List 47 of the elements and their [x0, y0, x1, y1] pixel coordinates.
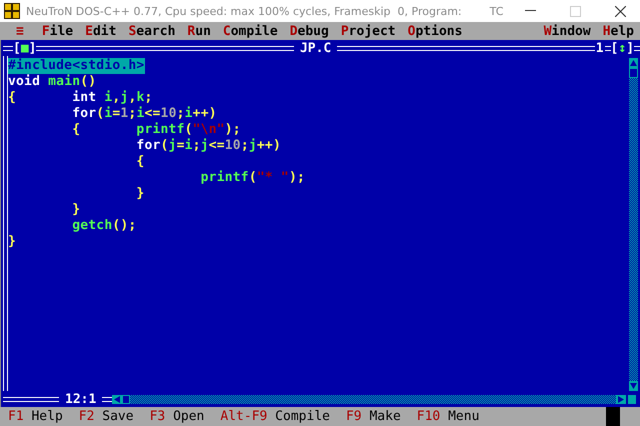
vertical-scrollbar[interactable]	[629, 58, 638, 391]
status-block	[606, 407, 620, 426]
shortcut-hint[interactable]: F10 Menu	[416, 409, 480, 424]
code-line: }	[71, 202, 82, 218]
code-line: printf("* ");	[200, 170, 306, 186]
code-line: }	[135, 186, 146, 202]
shortcut-hint[interactable]: F1 Help	[8, 409, 63, 424]
resize-corner-icon[interactable]	[628, 394, 636, 404]
shortcut-hint[interactable]: F3 Open	[150, 409, 204, 424]
menu-item[interactable]: Compile	[220, 24, 280, 38]
code-line: getch();	[71, 218, 138, 234]
menu-item[interactable]: Help	[600, 24, 636, 38]
menu-item[interactable]: Project	[338, 24, 398, 38]
code-line: for(i=1;i<=10;i++)	[71, 106, 218, 122]
program-name: TC	[490, 4, 504, 18]
shortcut-hint[interactable]: Alt-F9 Compile	[220, 409, 330, 424]
left-arrow-icon[interactable]	[112, 394, 122, 404]
scroll-thumb[interactable]	[630, 69, 637, 77]
window-title: NeuTroN DOS-C++ 0.77, Cpu speed: max 100% cycles, Frameskip 0, Program:	[26, 4, 462, 18]
menu-item[interactable]: Debug	[288, 24, 331, 38]
menu-item[interactable]: Search	[126, 24, 178, 38]
close-box[interactable]: [■]	[13, 40, 36, 56]
right-arrow-icon[interactable]	[616, 394, 626, 404]
menu-item[interactable]: Edit	[83, 24, 118, 38]
shortcut-hint[interactable]: F9 Make	[346, 409, 401, 424]
minimize-icon[interactable]	[525, 10, 536, 12]
code-line: void main()	[8, 74, 98, 90]
menu-item[interactable]: Run	[185, 24, 213, 38]
code-line: for(j=i;j<=10;j++)	[135, 138, 282, 154]
close-icon[interactable]	[615, 6, 626, 16]
code-line: { int i,j,k;	[8, 90, 154, 106]
cursor-position: 12:1	[64, 392, 98, 406]
down-arrow-icon[interactable]	[629, 381, 638, 391]
code-line: }	[8, 234, 18, 250]
window-number: 1	[594, 40, 605, 56]
shortcut-hint[interactable]: F2 Save	[78, 409, 134, 424]
code-line: {	[135, 154, 146, 170]
code-line: { printf("\n");	[71, 122, 242, 138]
horizontal-scrollbar[interactable]	[112, 394, 626, 404]
menu-item[interactable]: Options	[406, 24, 464, 38]
scroll-thumb[interactable]	[123, 396, 130, 402]
app-icon	[4, 3, 20, 19]
up-arrow-icon[interactable]	[629, 58, 638, 68]
menu-item[interactable]: Window	[542, 24, 593, 38]
menu-item[interactable]: File	[40, 24, 76, 38]
file-title: JP.C	[298, 40, 332, 56]
zoom-box[interactable]: [↕]	[610, 40, 634, 56]
